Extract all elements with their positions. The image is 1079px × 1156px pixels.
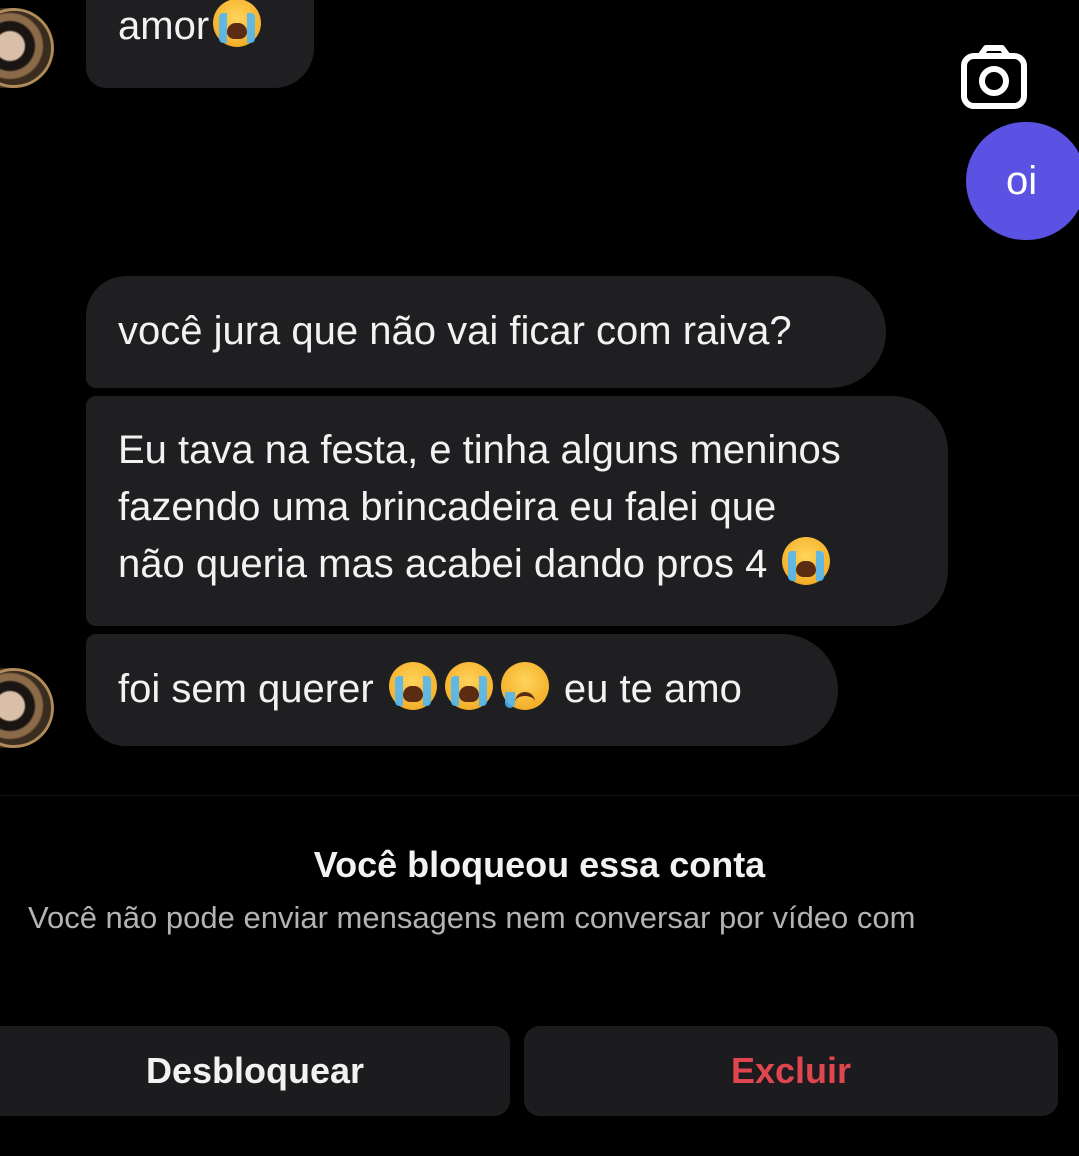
camera-icon[interactable] [960, 44, 1028, 110]
message-text: você jura que não vai ficar com raiva? [118, 309, 792, 353]
contact-avatar[interactable] [0, 8, 54, 88]
blocked-subtitle: Você não pode enviar mensagens nem conve… [28, 900, 916, 935]
message-text: eu te amo [563, 667, 742, 711]
crying-face-emoji-icon [500, 662, 549, 710]
delete-button[interactable]: Excluir [524, 1026, 1058, 1116]
blocked-title: Você bloqueou essa conta [313, 844, 766, 885]
message-line-with-emoji: não queria mas acabei dando pros 4 [118, 536, 948, 593]
message-bubble-outgoing[interactable]: oi [966, 122, 1079, 240]
message-line: não queria mas acabei dando pros 4 [118, 542, 768, 586]
section-divider [0, 795, 1079, 796]
message-text: oi [1006, 159, 1038, 203]
loudly-crying-face-emoji-icon [388, 662, 437, 710]
loudly-crying-face-emoji-icon [782, 537, 831, 585]
loudly-crying-face-emoji-icon [213, 0, 262, 47]
message-bubble-incoming[interactable]: você jura que não vai ficar com raiva? [86, 276, 886, 388]
contact-avatar[interactable] [0, 668, 54, 748]
unblock-button[interactable]: Desbloquear [0, 1026, 510, 1116]
avatar-ring [0, 8, 54, 88]
message-line: Eu tava na festa, e tinha alguns meninos [118, 428, 841, 472]
message-bubble-incoming[interactable]: Eu tava na festa, e tinha alguns meninos… [86, 396, 948, 626]
message-bubble-incoming[interactable]: foi sem querer eu te amo [86, 634, 838, 746]
message-text: foi sem querer [118, 667, 374, 711]
loudly-crying-face-emoji-icon [444, 662, 493, 710]
message-text: amor [118, 4, 210, 48]
avatar-ring [0, 668, 54, 748]
blocked-subtitle-cutoff [300, 940, 700, 970]
message-bubble-incoming[interactable]: amor [86, 0, 314, 88]
message-line: fazendo uma brincadeira eu falei que [118, 485, 777, 529]
